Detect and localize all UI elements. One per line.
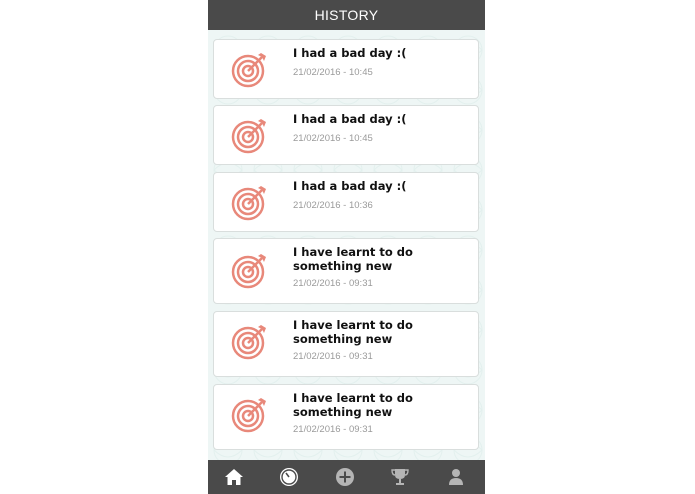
entry-title: I have learnt to do something new [293,318,413,346]
history-item[interactable]: I had a bad day :( 21/02/2016 - 10:36 [213,172,479,232]
target-arrow-icon [231,398,266,433]
entry-title: I have learnt to do something new [293,245,413,273]
history-item[interactable]: I have learnt to do something new 21/02/… [213,238,479,304]
home-icon [225,469,243,485]
timer-icon [280,468,298,486]
page-title: HISTORY [208,0,485,30]
target-arrow-icon [231,325,266,360]
entry-time: 21/02/2016 - 09:31 [293,278,373,289]
target-arrow-icon [231,53,266,88]
history-item[interactable]: I had a bad day :( 21/02/2016 - 10:45 [213,105,479,165]
tab-history[interactable] [269,460,309,494]
tab-profile[interactable] [436,460,476,494]
entry-title: I had a bad day :( [293,179,407,193]
phone-screen: I had a bad day :( 21/02/2016 - 10:45 I … [208,0,485,494]
tab-home[interactable] [214,460,254,494]
history-item[interactable]: I have learnt to do something new 21/02/… [213,384,479,450]
entry-title: I have learnt to do something new [293,391,413,419]
trophy-icon [391,469,409,485]
tab-add[interactable] [325,460,365,494]
history-item[interactable]: I had a bad day :( 21/02/2016 - 10:45 [213,39,479,99]
target-arrow-icon [231,254,266,289]
target-arrow-icon [231,119,266,154]
user-icon [449,469,463,485]
history-list[interactable]: I had a bad day :( 21/02/2016 - 10:45 I … [208,0,485,460]
entry-time: 21/02/2016 - 10:45 [293,133,373,144]
history-item[interactable]: I have learnt to do something new 21/02/… [213,311,479,377]
entry-time: 21/02/2016 - 09:31 [293,351,373,362]
entry-time: 21/02/2016 - 10:36 [293,200,373,211]
tab-bar [208,460,485,494]
tab-trophies[interactable] [380,460,420,494]
target-arrow-icon [231,186,266,221]
entry-title: I had a bad day :( [293,112,407,126]
entry-time: 21/02/2016 - 10:45 [293,67,373,78]
entry-title: I had a bad day :( [293,46,407,60]
entry-time: 21/02/2016 - 09:31 [293,424,373,435]
add-icon [336,468,354,486]
